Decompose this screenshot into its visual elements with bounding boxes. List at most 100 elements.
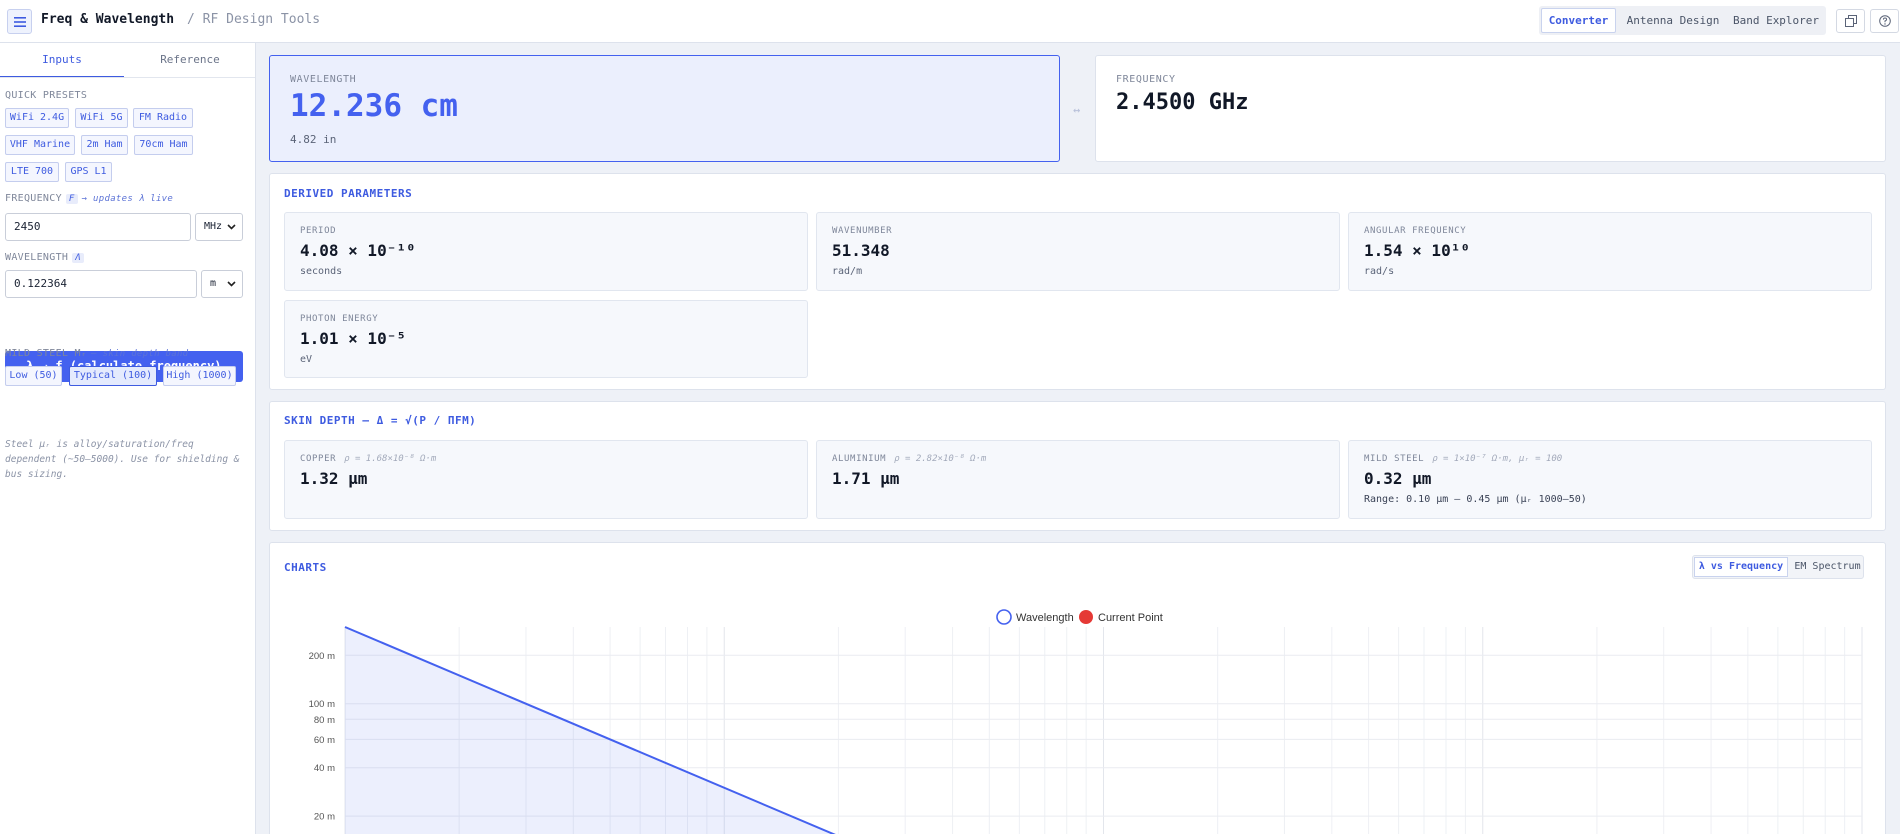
tab-em-spectrum[interactable]: EM Spectrum [1792, 557, 1863, 577]
y-tick-label: 100 m [309, 699, 335, 710]
param-unit: rad/s [1364, 266, 1395, 277]
wavelength-tag: Λ [72, 253, 84, 263]
top-bar: Freq & Wavelength / RF Design Tools Conv… [0, 0, 1900, 43]
chevron-down-icon [227, 281, 236, 287]
tab-antenna-design[interactable]: Antenna Design [1621, 8, 1725, 33]
y-tick-label: 200 m [309, 651, 335, 662]
nav-tabs: Converter Antenna Design Band Explorer [1539, 6, 1826, 35]
param-label: PERIOD [300, 226, 337, 236]
material-name: ALUMINIUM [832, 454, 887, 464]
wavelength-label-text: WAVELENGTH [5, 252, 69, 263]
material-resistivity: ρ = 1.68×10⁻⁸ Ω·m [344, 454, 437, 464]
tab-reference[interactable]: Reference [128, 43, 252, 78]
tab-lambda-vs-frequency[interactable]: λ vs Frequency [1694, 557, 1788, 577]
param-value: 4.08 × 10⁻¹⁰ [300, 241, 416, 260]
frequency-input[interactable]: 2450 [5, 213, 191, 241]
wavelength-value: 12.236 cm [290, 88, 458, 124]
chart-plot-area [344, 626, 836, 834]
menu-button[interactable] [7, 9, 32, 34]
param-wavenumber: WAVENUMBER 51.348 rad/m [816, 212, 1340, 291]
wavelength-card-label: WAVELENGTH [290, 74, 357, 85]
param-label: PHOTON ENERGY [300, 314, 379, 324]
tab-converter[interactable]: Converter [1541, 8, 1616, 33]
frequency-hint: → updates λ live [81, 194, 174, 204]
wavelength-unit-value: m [210, 278, 217, 289]
preset-vhf-marine[interactable]: VHF Marine [5, 135, 75, 155]
skin-depth-card: SKIN DEPTH — Δ = √(Ρ / ΠFΜ) COPPER ρ = 1.… [269, 401, 1886, 531]
preset-2m-ham[interactable]: 2m Ham [81, 135, 128, 155]
sidebar: Inputs Reference QUICK PRESETS WiFi 2.4G… [0, 43, 256, 834]
tab-band-explorer[interactable]: Band Explorer [1730, 8, 1822, 33]
y-tick-label: 20 m [314, 812, 335, 823]
wavelength-input[interactable]: 0.122364 [5, 270, 197, 298]
steel-note: Steel μᵣ is alloy/saturation/freq depend… [5, 439, 240, 480]
steel-label-text: MILD STEEL Mᵣ [5, 348, 88, 359]
wavelength-chart: Wavelength Current Point 200 m 100 m 80 m 6… [309, 609, 1863, 834]
wavelength-unit-select[interactable]: m [201, 270, 243, 298]
legend-current-point-label: Current Point [1098, 612, 1163, 624]
legend-wavelength-swatch [996, 609, 1012, 625]
help-icon [1878, 15, 1891, 27]
param-unit: seconds [300, 266, 343, 277]
skin-depth-value: 1.32 µm [300, 469, 368, 488]
tab-divider [0, 77, 255, 78]
frequency-tag: F [65, 194, 78, 204]
param-angular-frequency: ANGULAR FREQUENCY 1.54 × 10¹⁰ rad/s [1348, 212, 1872, 291]
skin-aluminium: ALUMINIUM ρ = 2.82×10⁻⁸ Ω·m 1.71 µm [816, 440, 1340, 519]
copy-icon [1844, 15, 1857, 27]
frequency-unit-value: MHz [204, 221, 223, 232]
material-name: MILD STEEL [1364, 454, 1425, 464]
mild-steel-label: MILD STEEL Mᵣ — skin depth band [5, 348, 188, 359]
wavelength-secondary: 4.82 in [290, 133, 337, 146]
y-tick-label: 80 m [314, 715, 335, 726]
preset-wifi-24g[interactable]: WiFi 2.4G [5, 108, 69, 128]
tab-inputs[interactable]: Inputs [0, 43, 124, 78]
frequency-card: FREQUENCY 2.4500 GHz [1095, 55, 1886, 162]
swap-arrow-icon: ↔ [1073, 103, 1081, 117]
chevron-down-icon [227, 224, 236, 230]
preset-70cm-ham[interactable]: 70cm Ham [134, 135, 193, 155]
skin-depth-title: SKIN DEPTH — Δ = √(Ρ / ΠFΜ) [284, 414, 477, 427]
chart-y-axis: 200 m 100 m 80 m 60 m 40 m 20 m [309, 651, 335, 823]
param-photon-energy: PHOTON ENERGY 1.01 × 10⁻⁵ eV [284, 300, 808, 378]
steel-low-button[interactable]: Low (50) [5, 366, 62, 386]
preset-wifi-5g[interactable]: WiFi 5G [75, 108, 128, 128]
charts-title: CHARTS [284, 561, 327, 574]
hamburger-icon [13, 16, 26, 27]
param-value: 1.54 × 10¹⁰ [1364, 241, 1470, 260]
param-label: ANGULAR FREQUENCY [1364, 226, 1467, 236]
preset-lte-700[interactable]: LTE 700 [5, 162, 59, 182]
steel-hint: — skin depth band [91, 349, 189, 359]
skin-copper: COPPER ρ = 1.68×10⁻⁸ Ω·m 1.32 µm [284, 440, 808, 519]
wavelength-label: WAVELENGTH Λ [5, 252, 84, 263]
param-label: WAVENUMBER [832, 226, 893, 236]
y-tick-label: 60 m [314, 735, 335, 746]
material-name: COPPER [300, 454, 337, 464]
preset-fm-radio[interactable]: FM Radio [133, 108, 193, 128]
frequency-unit-select[interactable]: MHz [195, 213, 243, 241]
param-unit: rad/m [832, 266, 863, 277]
legend-current-point-swatch [1079, 610, 1093, 624]
presets-label: QUICK PRESETS [5, 90, 88, 101]
skin-depth-value: 1.71 µm [832, 469, 900, 488]
material-label: MILD STEEL ρ = 1×10⁻⁷ Ω·m, μᵣ = 100 [1364, 454, 1562, 464]
legend-wavelength-label: Wavelength [1016, 612, 1074, 624]
app-subtitle: / RF Design Tools [187, 12, 321, 27]
skin-mild-steel: MILD STEEL ρ = 1×10⁻⁷ Ω·m, μᵣ = 100 0.32 … [1348, 440, 1872, 519]
material-label: COPPER ρ = 1.68×10⁻⁸ Ω·m [300, 454, 436, 464]
frequency-label-text: FREQUENCY [5, 193, 62, 204]
help-button[interactable] [1870, 9, 1899, 33]
skin-depth-value: 0.32 µm [1364, 469, 1432, 488]
preset-gps-l1[interactable]: GPS L1 [65, 162, 112, 182]
steel-high-button[interactable]: High (1000) [163, 366, 236, 386]
material-resistivity: ρ = 1×10⁻⁷ Ω·m, μᵣ = 100 [1432, 454, 1563, 464]
steel-typical-button[interactable]: Typical (100) [69, 366, 157, 386]
copy-button[interactable] [1836, 9, 1865, 33]
param-period: PERIOD 4.08 × 10⁻¹⁰ seconds [284, 212, 808, 291]
frequency-label: FREQUENCY F → updates λ live [5, 193, 173, 204]
derived-title: DERIVED PARAMETERS [284, 187, 413, 200]
material-label: ALUMINIUM ρ = 2.82×10⁻⁸ Ω·m [832, 454, 986, 464]
skin-depth-range: Range: 0.10 µm – 0.45 µm (μᵣ 1000–50) [1364, 494, 1587, 505]
material-resistivity: ρ = 2.82×10⁻⁸ Ω·m [894, 454, 987, 464]
param-value: 1.01 × 10⁻⁵ [300, 329, 406, 348]
